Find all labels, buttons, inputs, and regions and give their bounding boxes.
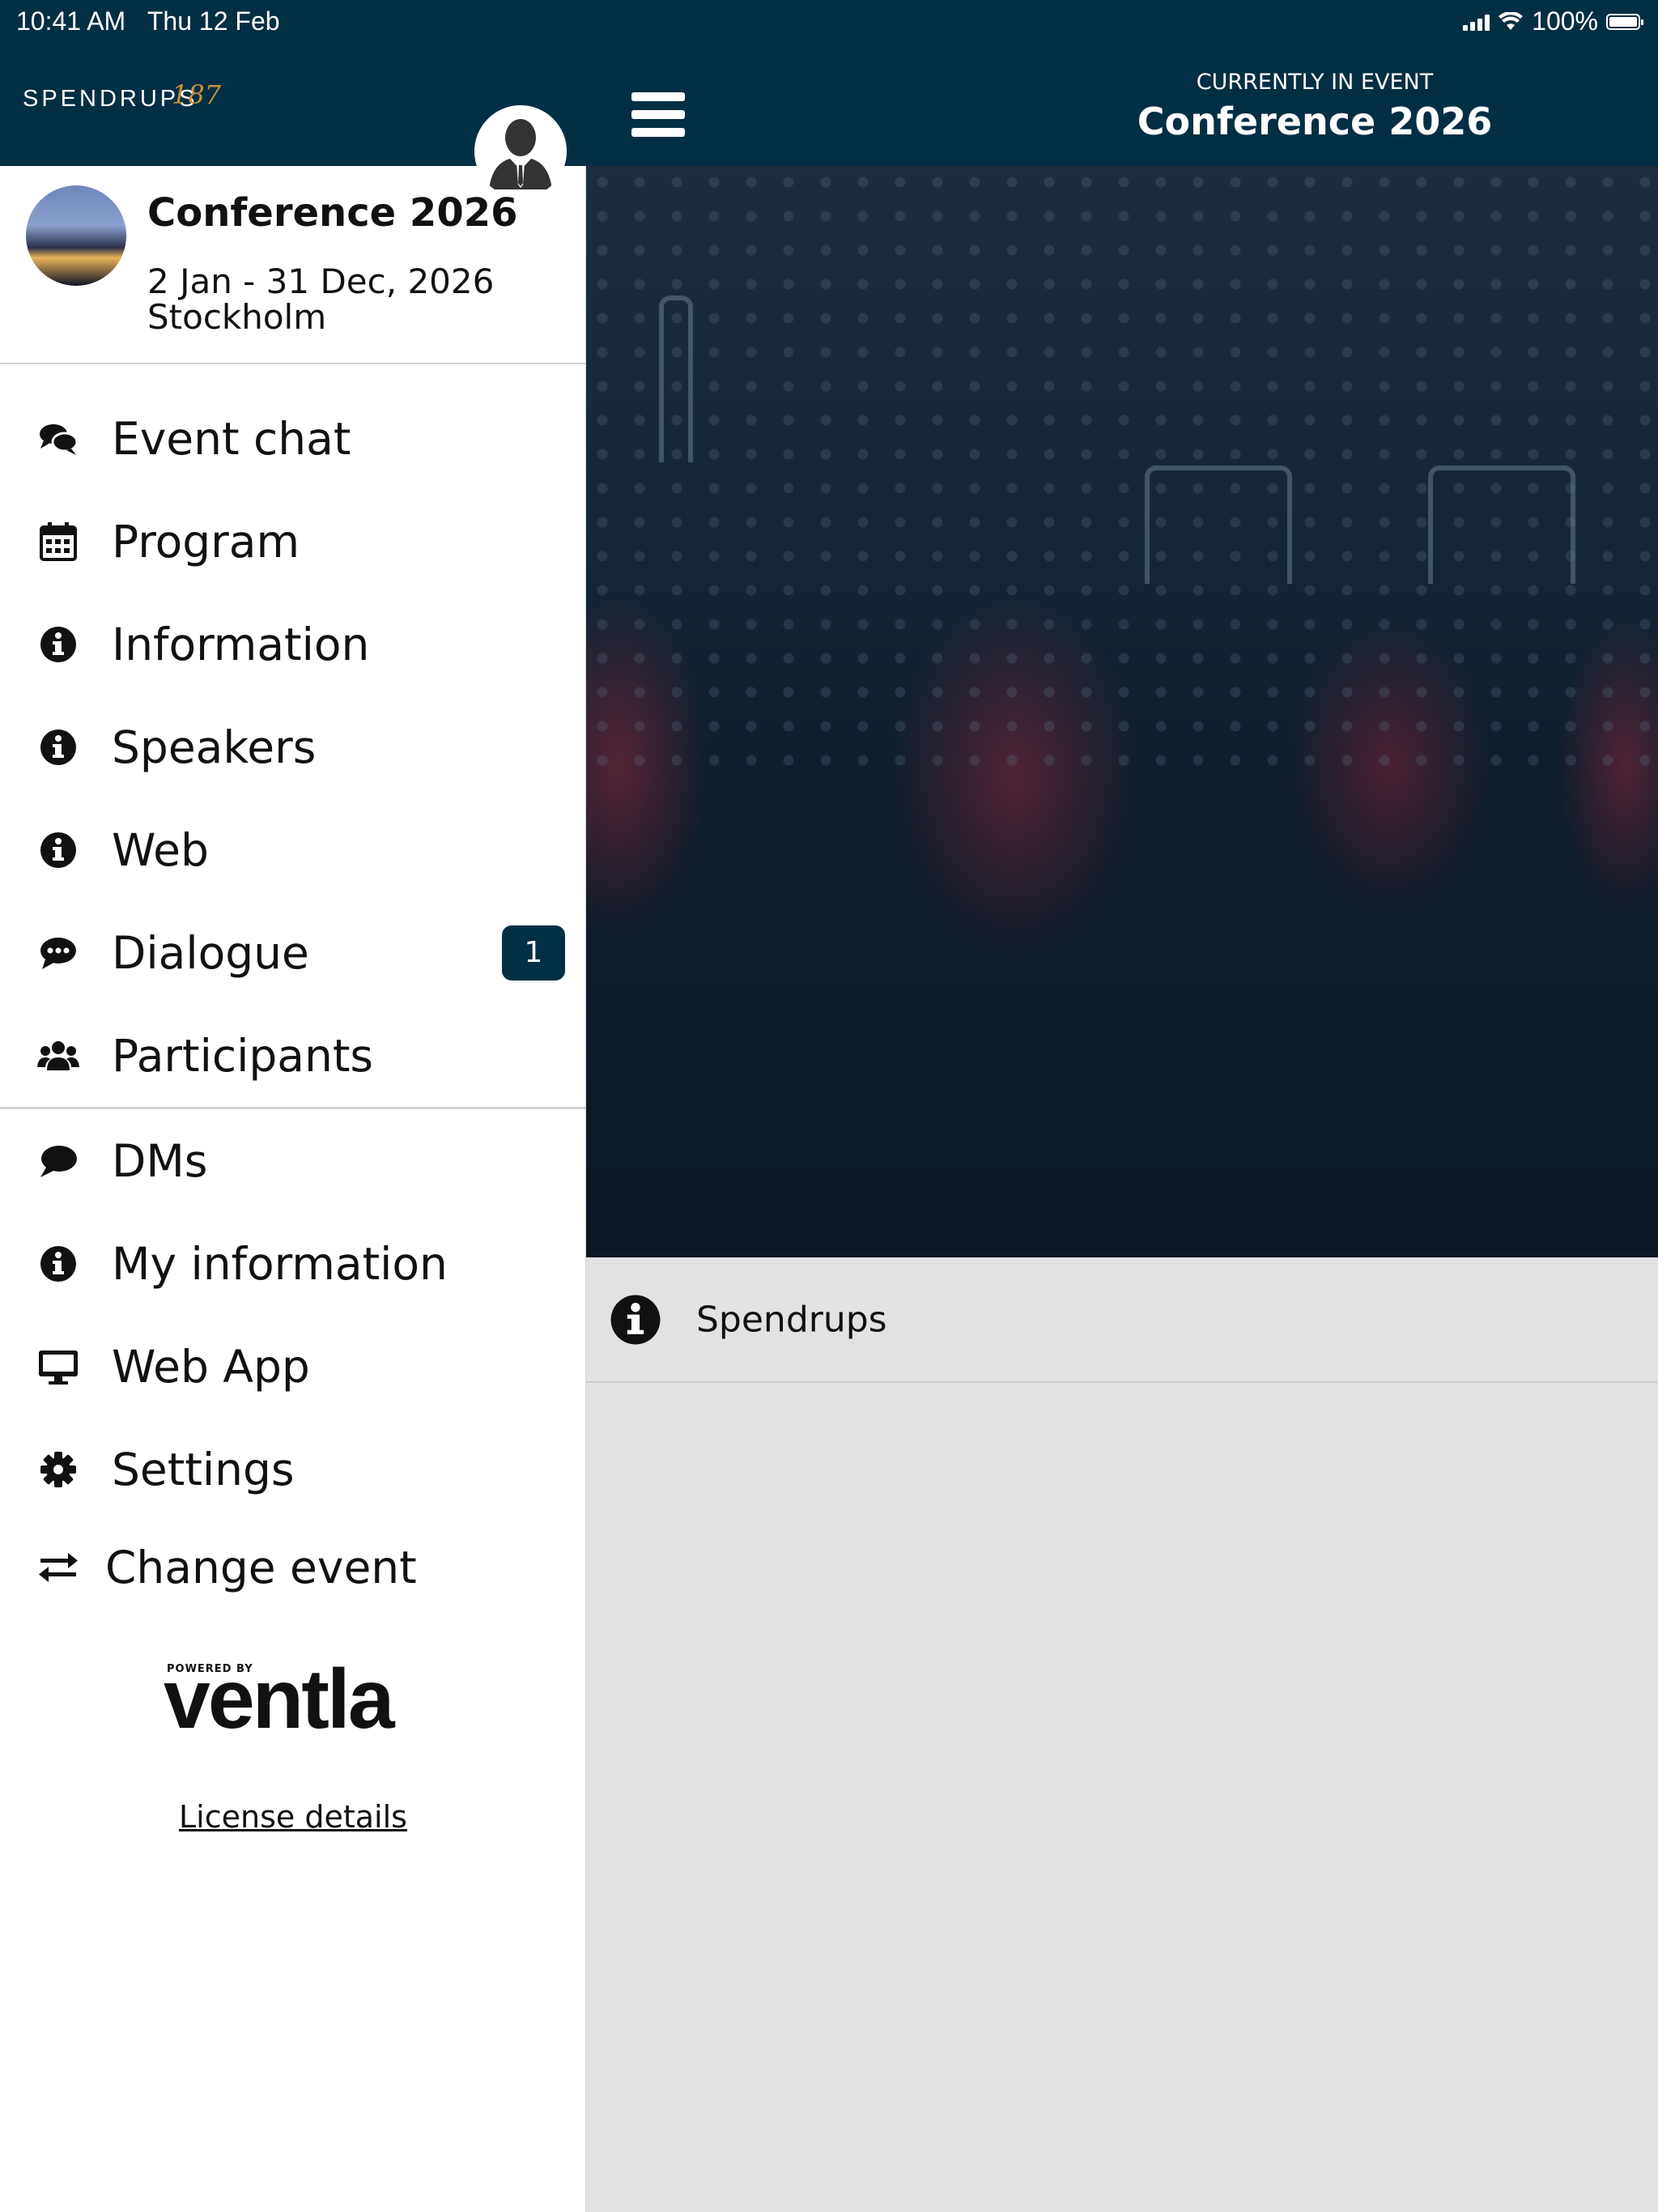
cellular-signal-icon	[1463, 13, 1490, 31]
status-time: 10:41 AM Thu 12 Feb	[16, 6, 280, 36]
current-event-indicator: CURRENTLY IN EVENT Conference 2026	[1104, 70, 1525, 143]
info-icon	[610, 1295, 661, 1344]
event-name: Conference 2026	[147, 190, 518, 236]
menu-item-label: Information	[112, 618, 370, 670]
status-indicators: 100%	[1463, 6, 1643, 36]
info-icon	[40, 1245, 76, 1282]
ventla-logo: ventla	[164, 1653, 395, 1746]
info-icon	[40, 729, 76, 765]
menu-item-label: Web	[112, 823, 209, 876]
event-thumbnail	[26, 185, 126, 286]
comment-icon	[40, 1145, 77, 1177]
info-icon	[40, 626, 76, 662]
menu-item-label: Speakers	[112, 721, 317, 773]
gear-icon	[40, 1451, 76, 1487]
railing	[1145, 466, 1292, 584]
menu-item-dialogue[interactable]: Dialogue 1	[0, 901, 586, 1004]
info-item-label: Spendrups	[696, 1299, 887, 1340]
menu-item-label: Event chat	[112, 412, 351, 465]
menu-item-settings[interactable]: Settings	[0, 1418, 586, 1521]
desktop-icon	[39, 1350, 78, 1385]
event-city: Stockholm	[147, 297, 327, 337]
exchange-icon	[39, 1553, 78, 1582]
menu-item-label: Program	[112, 515, 300, 568]
event-hero-image	[586, 166, 1658, 1257]
menu-item-label: Dialogue	[112, 926, 309, 979]
current-event-card[interactable]: Conference 2026 2 Jan - 31 Dec, 2026 Sto…	[0, 166, 586, 364]
menu-item-program[interactable]: Program	[0, 490, 586, 593]
menu-item-label: Change event	[105, 1542, 417, 1593]
battery-percent: 100%	[1532, 6, 1598, 36]
hamburger-menu-icon[interactable]	[631, 92, 685, 138]
calendar-icon	[40, 521, 77, 561]
status-bar: 10:41 AM Thu 12 Feb 100%	[0, 0, 1658, 40]
menu-item-label: DMs	[112, 1134, 208, 1187]
comments-icon	[40, 423, 79, 455]
menu-item-label: My information	[112, 1237, 448, 1290]
current-event-label: CURRENTLY IN EVENT	[1196, 70, 1434, 95]
sidebar-header: SPENDRUPS 187	[0, 40, 586, 198]
content-area	[586, 1383, 1658, 2212]
menu-item-information[interactable]: Information	[0, 593, 586, 696]
sidebar-menu: Event chat Program Information Speakers	[0, 387, 586, 1614]
wifi-icon	[1499, 11, 1524, 30]
event-dates: 2 Jan - 31 Dec, 2026	[147, 262, 495, 301]
unread-badge: 1	[502, 925, 565, 981]
brand-logo-number: 187	[172, 79, 222, 110]
sidebar: SPENDRUPS 187 Conference 2026 2 Jan - 31…	[0, 0, 586, 2212]
users-icon	[37, 1040, 79, 1070]
menu-item-label: Participants	[112, 1029, 374, 1082]
main-header: CURRENTLY IN EVENT Conference 2026	[586, 40, 1658, 166]
menu-item-my-information[interactable]: My information	[0, 1212, 586, 1315]
menu-item-event-chat[interactable]: Event chat	[0, 387, 586, 490]
menu-item-label: Web App	[112, 1340, 310, 1393]
menu-item-web-app[interactable]: Web App	[0, 1315, 586, 1418]
comment-dots-icon	[40, 937, 76, 969]
menu-item-change-event[interactable]: Change event	[0, 1521, 586, 1614]
current-event-title: Conference 2026	[1137, 100, 1493, 143]
menu-item-participants[interactable]: Participants	[0, 1004, 586, 1107]
battery-icon	[1606, 13, 1643, 30]
license-details-link[interactable]: License details	[0, 1799, 586, 1835]
status-date: Thu 12 Feb	[147, 6, 280, 36]
menu-item-web[interactable]: Web	[0, 798, 586, 901]
railing	[659, 296, 693, 462]
menu-item-dms[interactable]: DMs	[0, 1109, 586, 1212]
railing	[1428, 466, 1575, 584]
menu-item-label: Settings	[112, 1443, 295, 1495]
status-clock: 10:41 AM	[16, 6, 126, 36]
menu-item-speakers[interactable]: Speakers	[0, 696, 586, 798]
info-list-item[interactable]: Spendrups	[586, 1257, 1658, 1383]
info-icon	[40, 832, 76, 868]
